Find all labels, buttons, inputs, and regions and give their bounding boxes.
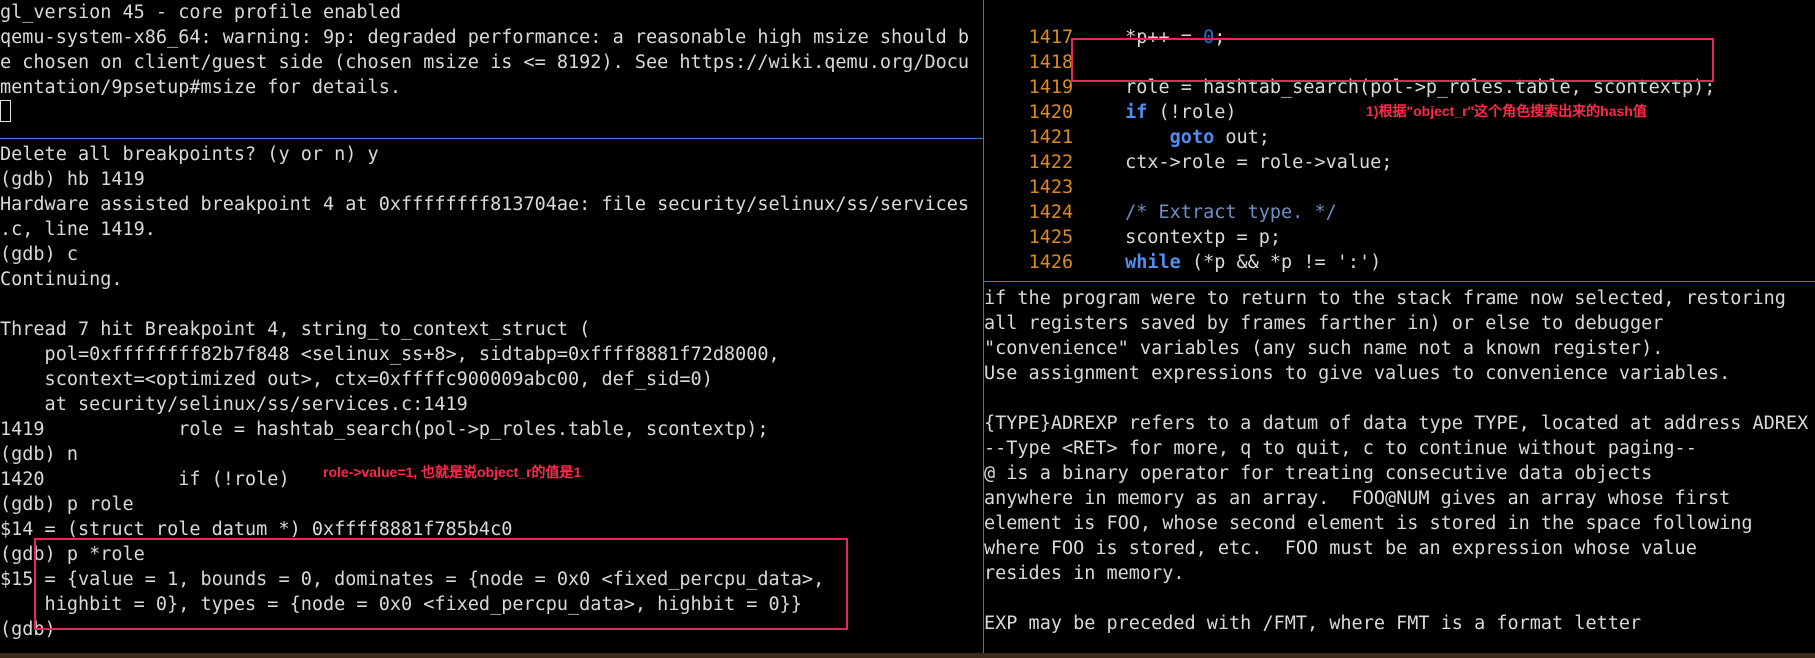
annotation-role-value: role->value=1, 也就是说object_r的值是1 [323, 464, 582, 480]
source-line: 1426 while (*p && *p != ':') [984, 225, 1382, 273]
help-line: element is FOO, whose second element is … [984, 513, 1753, 534]
highlight-box-role-struct [34, 538, 848, 630]
help-line: where FOO is stored, etc. FOO must be an… [984, 538, 1697, 559]
help-line: anywhere in memory as an array. FOO@NUM … [984, 488, 1731, 509]
help-line: Use assignment expressions to give value… [984, 363, 1731, 384]
desktop-background-strip [0, 653, 1815, 658]
help-line: EXP may be preceded with /FMT, where FMT… [984, 613, 1642, 634]
help-line: @ is a binary operator for treating cons… [984, 463, 1653, 484]
help-line: {TYPE}ADREXP refers to a datum of data t… [984, 413, 1809, 434]
gdb-line: 1419 role = hashtab_search(pol->p_roles.… [0, 419, 769, 440]
source-line: 1424 /* Extract type. */ [984, 175, 1337, 223]
help-line: "convenience" variables (any such name n… [984, 338, 1664, 359]
gdb-line: .c, line 1419. [0, 219, 156, 240]
gdb-line: (gdb) c [0, 244, 78, 265]
help-line: all registers saved by frames farther in… [984, 313, 1664, 334]
source-keyword: while [1080, 252, 1181, 273]
gdb-line: scontext=<optimized out>, ctx=0xffffc900… [0, 369, 713, 390]
gdb-line: (gdb) p role [0, 494, 134, 515]
gdb-line: (gdb) n [0, 444, 78, 465]
gdb-line: pol=0xffffffff82b7f848 <selinux_ss+8>, s… [0, 344, 780, 365]
source-line: 1421 goto out; [984, 100, 1270, 148]
gdb-line: 1420 if (!role) [0, 469, 290, 490]
terminal-line: e chosen on client/guest side (chosen ms… [0, 52, 970, 73]
annotation-hash-search: 1)根据"object_r"这个角色搜索出来的hash值 [1366, 103, 1647, 119]
source-line: 1417 *p++ = 0; [984, 0, 1226, 48]
line-number: 1426 [1028, 252, 1074, 273]
gdb-line: Thread 7 hit Breakpoint 4, string_to_con… [0, 319, 591, 340]
gdb-line: Hardware assisted breakpoint 4 at 0xffff… [0, 194, 970, 215]
help-line: resides in memory. [984, 563, 1185, 584]
terminal-line: gl_version 45 - core profile enabled [0, 2, 401, 23]
gdb-line: (gdb) hb 1419 [0, 169, 145, 190]
gdb-help-pane[interactable]: if the program were to return to the sta… [984, 282, 1815, 653]
source-code: (*p && *p != ':') [1180, 252, 1382, 273]
gdb-line: Continuing. [0, 269, 123, 290]
qemu-terminal-pane[interactable]: gl_version 45 - core profile enabled qem… [0, 0, 983, 138]
source-line: 1425 scontextp = p; [984, 200, 1281, 248]
terminal-cursor [0, 98, 11, 123]
source-code: ctx->role = role->value; [1080, 152, 1393, 173]
source-line: 1418 [984, 25, 1081, 73]
highlight-box-hashtab-line [1071, 38, 1714, 82]
terminal-line: mentation/9psetup#msize for details. [0, 77, 401, 98]
gdb-line: at security/selinux/ss/services.c:1419 [0, 394, 468, 415]
source-line: 1422 ctx->role = role->value; [984, 125, 1393, 173]
help-line: if the program were to return to the sta… [984, 288, 1786, 309]
terminal-line: qemu-system-x86_64: warning: 9p: degrade… [0, 27, 970, 48]
pager-prompt[interactable]: --Type <RET> for more, q to quit, c to c… [984, 436, 1697, 461]
source-line: 1423 [984, 150, 1081, 198]
gdb-line: Delete all breakpoints? (y or n) y [0, 144, 379, 165]
